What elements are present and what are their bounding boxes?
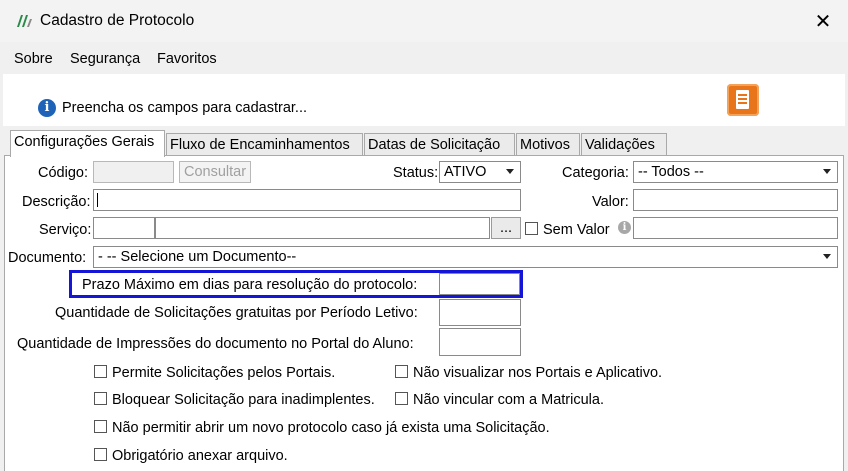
info-message: Preencha os campos para cadastrar... [62,100,308,116]
categoria-select[interactable]: -- Todos -- [633,161,838,183]
obrigatorio-anexar-label: Obrigatório anexar arquivo. [112,448,288,464]
sem-valor-checkbox[interactable] [525,222,538,235]
codigo-label: Código: [38,165,88,181]
menu-favoritos[interactable]: Favoritos [157,51,217,67]
nao-permitir-novo-checkbox[interactable] [94,420,107,433]
tab-motivos[interactable]: Motivos [516,133,580,155]
close-button[interactable]: ✕ [808,8,838,36]
tab-validacoes[interactable]: Validações [581,133,667,155]
nao-visualizar-label: Não visualizar nos Portais e Aplicativo. [413,365,663,381]
help-icon[interactable]: i [618,221,631,234]
quantidade-solicitacoes-input[interactable] [439,299,521,326]
quantidade-solicitacoes-label: Quantidade de Solicitações gratuitas por… [55,305,418,321]
chevron-down-icon [823,169,831,174]
tab-configuracoes-gerais[interactable]: Configurações Gerais [10,130,165,157]
info-icon: i [38,99,56,117]
prazo-label: Prazo Máximo em dias para resolução do p… [82,277,418,293]
prazo-input[interactable] [439,273,520,295]
tab-fluxo-encaminhamentos[interactable]: Fluxo de Encaminhamentos [166,133,363,155]
consultar-button: Consultar [179,161,251,183]
descricao-label: Descrição: [22,194,91,210]
servico-name-input[interactable] [155,217,490,239]
servico-code-input[interactable] [93,217,155,239]
status-label: Status: [393,165,439,181]
status-select[interactable]: ATIVO [439,161,521,183]
documento-label: Documento: [8,250,87,266]
quantidade-impressoes-input[interactable] [439,328,521,356]
tab-datas-solicitacao[interactable]: Datas de Solicitação [364,133,515,155]
bloquear-inadimplentes-checkbox[interactable] [94,392,107,405]
categoria-label: Categoria: [562,165,629,181]
documento-select[interactable]: - -- Selecione um Documento-- [93,246,838,268]
menu-sobre[interactable]: Sobre [14,51,53,67]
documento-value: - -- Selecione um Documento-- [98,249,297,265]
sem-valor-label: Sem Valor [543,222,610,238]
window-title: Cadastro de Protocolo [40,12,195,29]
codigo-input [93,161,174,183]
categoria-value: -- Todos -- [638,164,704,180]
chevron-down-icon [506,169,514,174]
servico-label: Serviço: [39,222,92,238]
bloquear-inadimplentes-label: Bloquear Solicitação para inadimplentes. [112,392,375,408]
permite-portais-checkbox[interactable] [94,365,107,378]
report-button[interactable] [727,84,759,116]
valor-input[interactable] [633,189,838,211]
obrigatorio-anexar-checkbox[interactable] [94,448,107,461]
document-icon [736,90,749,109]
text-caret [97,193,98,207]
servico-lookup-button[interactable]: ... [491,217,521,239]
nao-permitir-novo-label: Não permitir abrir um novo protocolo cas… [112,420,550,436]
nao-vincular-label: Não vincular com a Matricula. [413,392,604,408]
nao-visualizar-checkbox[interactable] [395,365,408,378]
sem-valor-input[interactable] [633,217,838,239]
chevron-down-icon [823,254,831,259]
status-value: ATIVO [444,164,487,180]
menu-seguranca[interactable]: Segurança [70,51,140,67]
quantidade-impressoes-label: Quantidade de Impressões do documento no… [17,336,414,352]
permite-portais-label: Permite Solicitações pelos Portais. [112,365,336,381]
nao-vincular-checkbox[interactable] [395,392,408,405]
valor-label: Valor: [592,194,629,210]
app-logo-icon [17,15,32,27]
descricao-input[interactable] [93,189,521,211]
